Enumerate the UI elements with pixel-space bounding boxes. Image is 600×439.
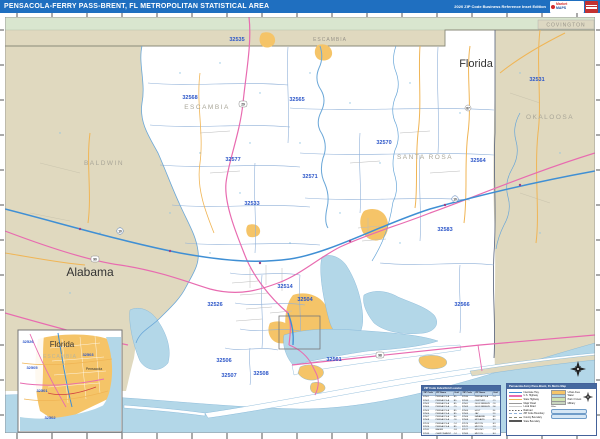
svg-text:10: 10 [118,229,122,233]
zip-label: 32566 [454,302,469,308]
inset-county-label: ESCAMBIA [43,354,77,360]
edition-label: 2020 ZIP Code Business Reference Inset E… [454,4,546,9]
zip-label: 32565 [289,97,304,103]
inset-zip-label: 32503 [82,352,94,357]
header-bar: PENSACOLA-FERRY PASS-BRENT, FL METROPOLI… [0,0,600,13]
zip-label: 32583 [437,227,452,233]
inset-zip-label: 32501 [36,388,48,393]
local-road-line-swatch [509,406,522,407]
railroad-line-swatch [509,410,522,411]
us29-shield-icon: 29 [239,101,247,107]
zip-label: 32570 [376,140,391,146]
zip-label: 32506 [216,358,231,364]
county-boundary-line-swatch [509,417,522,418]
pensacola-inset: 32526 Florida ESCAMBIA 32503 Pensacola 3… [18,330,122,432]
county-label: BALDWIN [84,160,124,167]
map-sheet: PENSACOLA-FERRY PASS-BRENT, FL METROPOLI… [0,0,600,439]
legend-panel: Pensacola-Ferry Pass-Brent, FL Metro Map… [506,383,597,436]
zip-label: 32561 [326,357,341,363]
table-row: 32583MILTONE4 [462,433,500,436]
interstate-line-swatch [509,392,522,394]
svg-text:10: 10 [453,197,457,201]
grid-ticks-left [0,13,4,433]
state-label: Florida [459,58,494,70]
inset-zip-label: 32502 [44,415,56,420]
zip-label: 32507 [221,373,236,379]
major-road-line-swatch [509,403,522,404]
table-row: 32533CANTONMENTC4 [423,433,461,436]
inset-city-label: Pensacola [86,367,102,371]
county-label: OKALOOSA [526,114,574,121]
svg-text:87: 87 [466,106,470,110]
zip-index-table-left: ZIP Code ZIP Name Grid 32501PENSACOLAB5 … [422,391,461,436]
zip-label: 32526 [207,302,222,308]
zip-label: 32568 [182,95,197,101]
county-label: ESCAMBIA [184,104,230,111]
legend-item: State Boundary [509,419,548,423]
zip-label: 32514 [277,284,293,290]
covington-label-box: COVINGTON [538,20,594,29]
publisher-logo: Market MAPS [550,1,598,13]
inset-zip-label: 32526 [22,339,34,344]
us-highway-line-swatch [509,395,522,396]
sr87-shield-icon: 87 [465,105,471,111]
map-canvas: 10 10 29 90 98 87 ESCAMBIA COVINGTON [0,13,600,439]
county-label: ESCAMBIA [313,37,347,43]
zip-index-table-right: ZIP Code ZIP Name Grid 32534PENSACOLAC4 … [461,391,500,436]
county-label: COVINGTON [546,23,585,29]
zip-label: 32504 [297,297,313,303]
svg-text:90: 90 [93,257,97,261]
us98-shield-icon: 98 [376,352,384,358]
grid-ticks-right [596,13,600,433]
inset-state-label: Florida [50,340,75,349]
state-label: Alabama [66,265,114,279]
zip-label: 32508 [253,371,268,377]
page-title: PENSACOLA-FERRY PASS-BRENT, FL METROPOLI… [4,3,269,10]
zip-label: 32564 [470,158,486,164]
i10-shield-icon: 10 [452,196,458,202]
logo-text-2: MAPS [556,7,567,11]
zip-label: 32533 [244,201,259,207]
zip-boundary-line-swatch [509,413,522,414]
legend-compass-icon [582,391,594,403]
scale-bar [551,409,587,414]
i10-shield-icon: 10 [117,228,123,234]
zip-label: 32531 [529,77,544,83]
state-highway-line-swatch [509,399,522,400]
zip-label: 32571 [302,174,317,180]
logo-side-box [585,1,598,13]
svg-text:98: 98 [378,353,382,357]
county-label: SANTA ROSA [397,154,453,161]
inset-zip-label: 32505 [26,365,38,370]
state-boundary-line-swatch [509,420,522,421]
logo-box: Market MAPS [550,1,584,13]
zip-label: 32535 [229,37,244,43]
svg-text:29: 29 [241,102,245,106]
military-swatch [551,401,566,406]
scale-bar [551,414,587,419]
us90-shield-icon: 90 [91,256,99,262]
zip-index-panel: ZIP Code Index/Grid Locator ZIP Code ZIP… [421,385,501,436]
grid-ticks-top [0,13,600,17]
logo-mark-icon [551,5,555,9]
zip-label: 32577 [225,157,240,163]
